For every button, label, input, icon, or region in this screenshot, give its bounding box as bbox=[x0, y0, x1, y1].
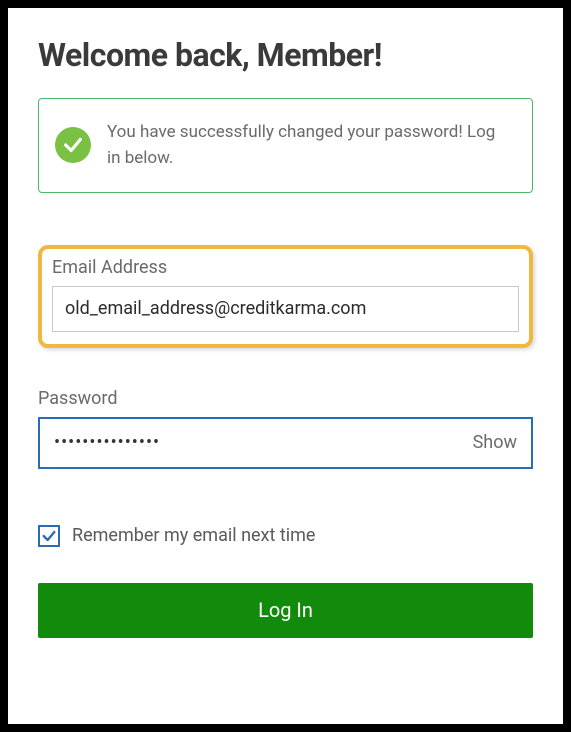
check-icon bbox=[55, 127, 91, 163]
show-password-button[interactable]: Show bbox=[473, 432, 517, 453]
password-field[interactable] bbox=[54, 432, 473, 453]
success-alert: You have successfully changed your passw… bbox=[38, 98, 533, 193]
remember-label: Remember my email next time bbox=[72, 525, 315, 546]
email-label: Email Address bbox=[52, 257, 519, 278]
alert-message: You have successfully changed your passw… bbox=[107, 119, 512, 172]
password-label: Password bbox=[38, 388, 533, 409]
email-field[interactable] bbox=[52, 286, 519, 332]
login-button[interactable]: Log In bbox=[38, 583, 533, 638]
password-box: Show bbox=[38, 417, 533, 469]
email-highlight-box: Email Address bbox=[38, 245, 533, 348]
remember-checkbox[interactable] bbox=[38, 525, 60, 547]
password-section: Password Show bbox=[38, 388, 533, 469]
page-title: Welcome back, Member! bbox=[38, 36, 533, 74]
login-form-container: Welcome back, Member! You have successfu… bbox=[8, 8, 563, 724]
remember-row: Remember my email next time bbox=[38, 525, 533, 547]
